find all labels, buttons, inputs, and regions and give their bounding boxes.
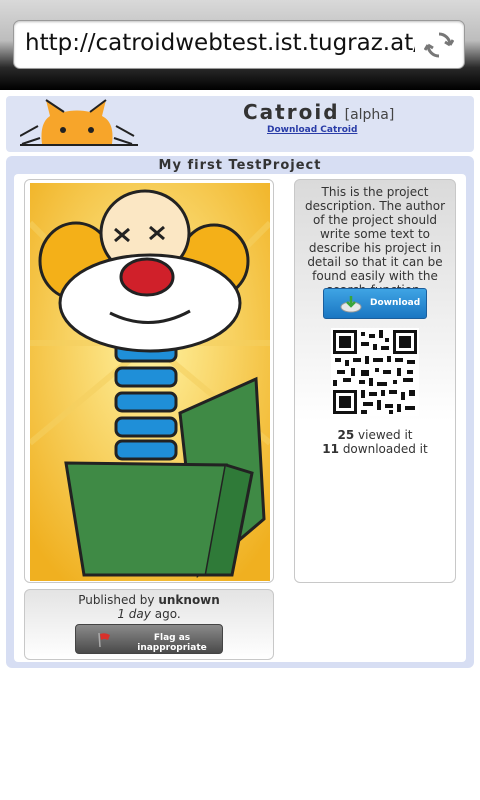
flag-icon bbox=[98, 632, 110, 648]
age-line: 1 day ago. bbox=[25, 607, 273, 621]
brand-block: Catroid [alpha] Download Catroid bbox=[243, 100, 394, 135]
refresh-icon[interactable] bbox=[424, 30, 454, 60]
url-bar[interactable]: http://catroidwebtest.ist.tugraz.at/... bbox=[13, 20, 465, 69]
views-label: viewed it bbox=[358, 428, 413, 442]
downloads-line: 11 downloaded it bbox=[295, 442, 455, 456]
project-thumbnail[interactable] bbox=[30, 183, 270, 581]
download-button-label: Download bbox=[370, 298, 421, 308]
download-icon bbox=[340, 296, 362, 313]
downloads-label: downloaded it bbox=[342, 442, 428, 456]
project-description: This is the project description. The aut… bbox=[304, 185, 446, 297]
download-catroid-link[interactable]: Download Catroid bbox=[267, 125, 394, 135]
catroid-logo[interactable] bbox=[20, 98, 138, 148]
qr-code-image bbox=[331, 328, 419, 416]
views-line: 25 viewed it bbox=[295, 428, 455, 442]
project-title: My first TestProject bbox=[158, 158, 322, 173]
brand-name: Catroid bbox=[243, 100, 340, 124]
site-header: Catroid [alpha] Download Catroid bbox=[6, 96, 474, 152]
author-name: unknown bbox=[158, 593, 220, 607]
download-project-button[interactable]: Download bbox=[323, 288, 427, 319]
views-count: 25 bbox=[337, 428, 355, 442]
project-content: Published by unknown 1 day ago. Flag as … bbox=[14, 174, 466, 662]
description-box: This is the project description. The aut… bbox=[294, 179, 456, 583]
publisher-box: Published by unknown 1 day ago. Flag as … bbox=[24, 589, 274, 660]
downloads-count: 11 bbox=[322, 442, 339, 456]
project-panel: My first TestProject Published by unknow… bbox=[6, 156, 474, 668]
flag-button-label: Flag as inappropriate bbox=[137, 633, 207, 653]
flag-inappropriate-button[interactable]: Flag as inappropriate bbox=[75, 624, 223, 654]
project-image-frame bbox=[24, 179, 274, 583]
url-text[interactable]: http://catroidwebtest.ist.tugraz.at/... bbox=[25, 30, 415, 56]
brand-tag: [alpha] bbox=[344, 107, 395, 123]
project-stats: 25 viewed it 11 downloaded it bbox=[295, 428, 455, 456]
publish-age: 1 day bbox=[117, 607, 151, 621]
published-line: Published by unknown bbox=[25, 593, 273, 607]
publish-age-suffix: ago. bbox=[154, 607, 181, 621]
published-prefix: Published by bbox=[78, 593, 155, 607]
browser-toolbar: http://catroidwebtest.ist.tugraz.at/... bbox=[0, 0, 480, 90]
